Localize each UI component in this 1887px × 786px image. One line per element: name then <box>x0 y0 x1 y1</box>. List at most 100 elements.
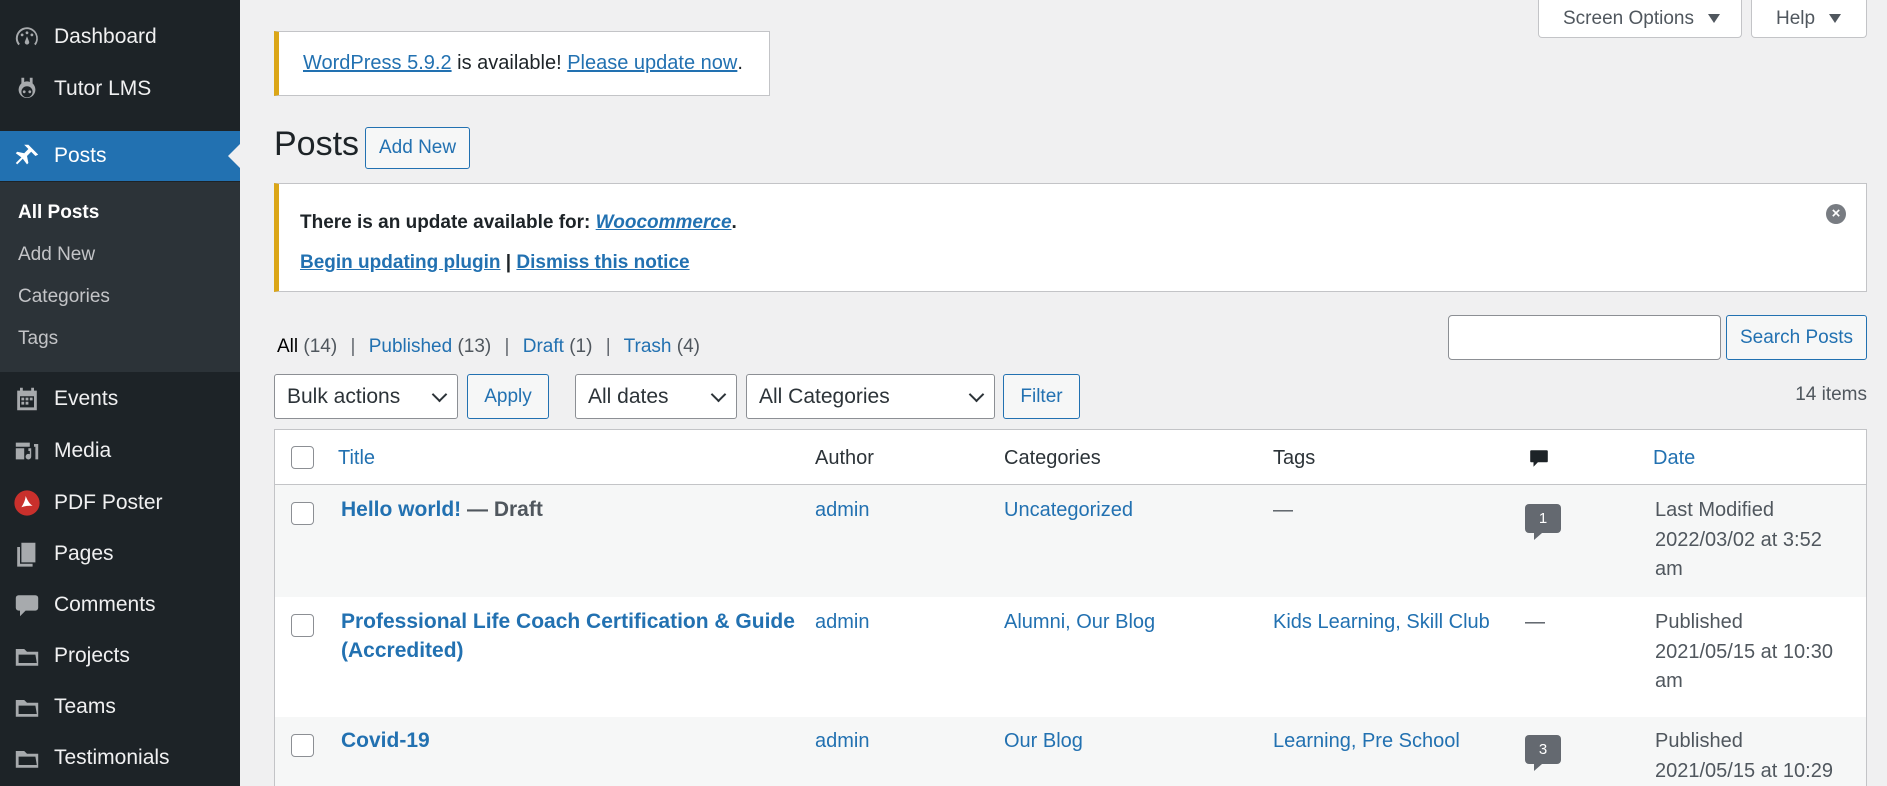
comment-icon <box>0 591 54 619</box>
chevron-down-icon <box>710 386 727 403</box>
add-new-button[interactable]: Add New <box>365 127 471 169</box>
dashboard-icon <box>0 23 54 51</box>
menu-pages[interactable]: Pages <box>0 529 240 579</box>
post-date-ampm: am <box>1655 670 1683 692</box>
post-title-link[interactable]: Covid-19 <box>341 726 430 756</box>
categories-select[interactable]: All Categories <box>746 374 995 419</box>
wp-update-notice: WordPress 5.9.2 is available! Please upd… <box>274 31 770 96</box>
table-header: Title Author Categories Tags Date <box>275 430 1866 485</box>
close-icon[interactable]: × <box>1826 204 1846 224</box>
plugin-notice-prefix: There is an update available for: <box>300 212 596 233</box>
media-icon <box>0 437 54 465</box>
view-published[interactable]: Published <box>369 336 452 357</box>
post-title-link[interactable]: Hello world! <box>341 498 461 521</box>
search-input[interactable] <box>1448 315 1721 360</box>
post-tags[interactable]: Learning, Pre School <box>1273 726 1460 756</box>
menu-pdf-poster[interactable]: PDF Poster <box>0 478 240 528</box>
post-tags[interactable]: Kids Learning, Skill Club <box>1273 607 1490 637</box>
help-button[interactable]: Help <box>1751 0 1867 38</box>
row-checkbox[interactable] <box>291 502 314 525</box>
post-author[interactable]: admin <box>815 726 869 756</box>
post-date-status: Published <box>1655 730 1743 752</box>
column-tags: Tags <box>1273 447 1316 469</box>
column-title[interactable]: Title <box>338 447 375 470</box>
filter-button[interactable]: Filter <box>1003 374 1080 419</box>
view-draft[interactable]: Draft <box>523 336 564 357</box>
row-checkbox[interactable] <box>291 734 314 757</box>
table-row: Hello world! — Draft admin Uncategorized… <box>275 485 1866 597</box>
menu-comments[interactable]: Comments <box>0 580 240 630</box>
post-author[interactable]: admin <box>815 607 869 637</box>
comment-count-badge[interactable]: 1 <box>1525 504 1561 540</box>
post-categories[interactable]: Our Blog <box>1004 726 1083 756</box>
folder-icon <box>0 693 54 721</box>
tutor-icon <box>0 75 54 103</box>
folder-icon <box>0 642 54 670</box>
comment-icon[interactable] <box>1528 448 1550 470</box>
screen-options-button[interactable]: Screen Options <box>1538 0 1742 38</box>
dismiss-notice-link[interactable]: Dismiss this notice <box>516 252 689 273</box>
caret-down-icon <box>1829 14 1842 23</box>
post-title-link-cont[interactable]: (Accredited) <box>341 636 464 666</box>
view-trash[interactable]: Trash <box>624 336 672 357</box>
post-categories[interactable]: Uncategorized <box>1004 495 1133 525</box>
pages-icon <box>0 540 54 568</box>
plugin-actions: Begin updating plugin | Dismiss this not… <box>300 252 690 274</box>
row-checkbox[interactable] <box>291 614 314 637</box>
menu-label: Tutor LMS <box>54 77 152 100</box>
post-title-link[interactable]: Professional Life Coach Certification & … <box>341 607 795 637</box>
plugin-update-notice: There is an update available for: Woocom… <box>274 183 1867 292</box>
caret-down-icon <box>1707 14 1720 23</box>
submenu-all-posts[interactable]: All Posts <box>18 202 99 224</box>
column-author: Author <box>815 447 874 469</box>
menu-label: Posts <box>54 144 107 167</box>
menu-dashboard[interactable]: Dashboard <box>0 12 240 62</box>
apply-button[interactable]: Apply <box>467 374 549 419</box>
menu-label: Dashboard <box>54 25 157 48</box>
wp-notice-text: is available! <box>451 52 568 74</box>
submenu-categories[interactable]: Categories <box>18 286 110 308</box>
bulk-actions-value: Bulk actions <box>287 384 401 408</box>
view-all[interactable]: All <box>277 336 298 357</box>
menu-testimonials[interactable]: Testimonials <box>0 733 240 783</box>
categories-value: All Categories <box>759 384 890 408</box>
begin-update-link[interactable]: Begin updating plugin <box>300 252 501 273</box>
plugin-name-link[interactable]: Woocommerce <box>596 212 732 233</box>
post-date-value: 2021/05/15 at 10:30 <box>1655 641 1833 663</box>
bulk-actions-select[interactable]: Bulk actions <box>274 374 458 419</box>
items-count: 14 items <box>1795 384 1867 405</box>
menu-label: Events <box>54 387 119 410</box>
menu-projects[interactable]: Projects <box>0 631 240 681</box>
submenu-add-new[interactable]: Add New <box>18 244 95 266</box>
view-count: (1) <box>569 336 593 357</box>
wp-version-link[interactable]: WordPress 5.9.2 <box>303 52 452 75</box>
active-arrow <box>228 144 240 168</box>
menu-label: PDF Poster <box>54 491 163 514</box>
menu-posts[interactable]: Posts <box>0 131 240 181</box>
post-date-ampm: am <box>1655 558 1683 580</box>
search-posts-button[interactable]: Search Posts <box>1726 315 1867 360</box>
select-all-checkbox[interactable] <box>291 446 314 469</box>
view-count: (4) <box>676 336 700 357</box>
menu-label: Testimonials <box>54 746 170 769</box>
folder-icon <box>0 744 54 772</box>
menu-label: Teams <box>54 695 116 718</box>
menu-media[interactable]: Media <box>0 426 240 476</box>
page-title: Posts <box>274 125 360 163</box>
post-author[interactable]: admin <box>815 495 869 525</box>
update-now-link[interactable]: Please update now <box>567 52 737 75</box>
menu-events[interactable]: Events <box>0 374 240 424</box>
post-categories[interactable]: Alumni, Our Blog <box>1004 607 1155 637</box>
comment-count: — <box>1525 611 1545 633</box>
plugin-notice-suffix: . <box>731 212 737 233</box>
view-count: (13) <box>457 336 492 357</box>
dates-select[interactable]: All dates <box>575 374 737 419</box>
menu-teams[interactable]: Teams <box>0 682 240 732</box>
dates-value: All dates <box>588 384 669 408</box>
submenu-tags[interactable]: Tags <box>18 328 58 350</box>
post-title[interactable]: Hello world! — Draft <box>341 495 543 525</box>
menu-tutor-lms[interactable]: Tutor LMS <box>0 64 240 114</box>
column-date[interactable]: Date <box>1653 447 1695 470</box>
comment-count-badge[interactable]: 3 <box>1525 735 1561 771</box>
separator: | <box>500 252 517 273</box>
